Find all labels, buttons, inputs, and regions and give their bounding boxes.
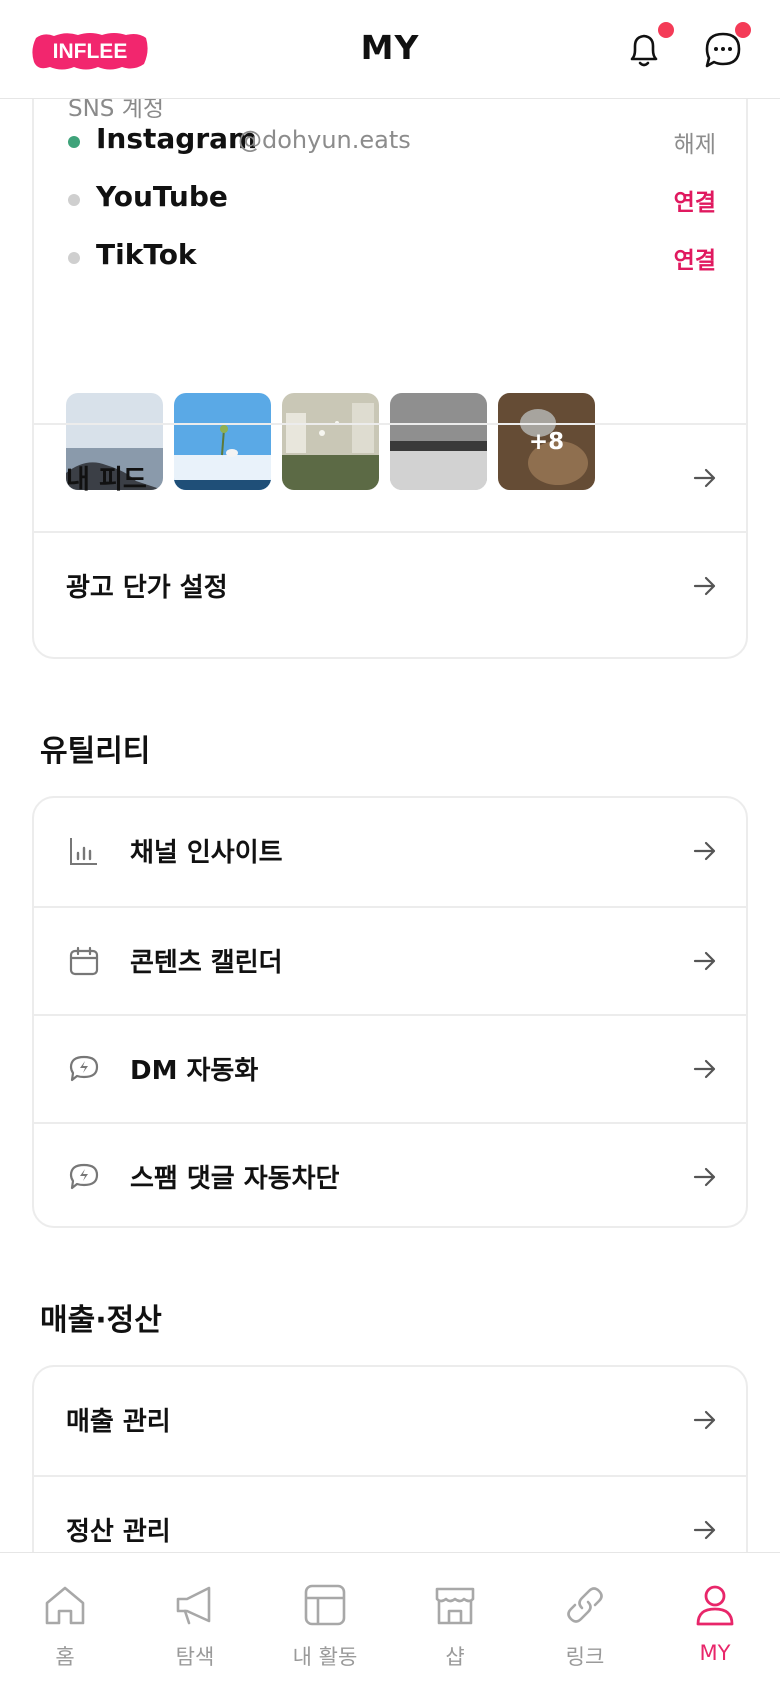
utility-card: 채널 인사이트 콘텐츠 캘린더 DM 자동화 스팸 댓글 자동차단 (32, 796, 748, 1228)
menu-label: 광고 단가 설정 (66, 573, 228, 603)
tab-label: 내 활동 (292, 1645, 358, 1669)
connect-button[interactable]: 연결 (674, 241, 716, 275)
notification-badge (658, 22, 674, 38)
menu-settlement-management[interactable]: 정산 관리 (34, 1475, 746, 1552)
tab-home[interactable]: 홈 (0, 1553, 130, 1688)
arrow-right-icon (693, 468, 716, 488)
sns-row-youtube: YouTube 연결 (34, 174, 746, 224)
menu-content-calendar[interactable]: 콘텐츠 캘린더 (34, 906, 746, 1014)
lightning-chat-icon (69, 1163, 99, 1190)
person-icon (696, 1585, 734, 1626)
menu-my-feed[interactable]: 내 피드 (34, 423, 746, 531)
sns-handle: @dohyun.eats (238, 126, 411, 154)
arrow-right-icon (693, 1410, 716, 1430)
menu-label: 콘텐츠 캘린더 (130, 948, 283, 978)
top-header: INFLEE MY (0, 0, 780, 99)
lightning-chat-icon (69, 1055, 99, 1082)
store-icon (435, 1587, 475, 1625)
menu-sales-management[interactable]: 매출 관리 (34, 1367, 746, 1475)
link-icon (567, 1587, 603, 1623)
menu-ad-rate-settings[interactable]: 광고 단가 설정 (34, 531, 746, 639)
arrow-right-icon (693, 576, 716, 596)
scroll-content[interactable]: SNS 계정 Instagram @dohyun.eats 해제 YouTube… (0, 99, 780, 1552)
tab-label: 샵 (445, 1645, 465, 1669)
section-title-sales: 매출·정산 (40, 1303, 162, 1338)
menu-label: 정산 관리 (66, 1517, 171, 1547)
arrow-right-icon (693, 1059, 716, 1079)
tab-my-activity[interactable]: 내 활동 (260, 1553, 390, 1688)
arrow-right-icon (693, 841, 716, 861)
sns-row-tiktok: TikTok 연결 (34, 232, 746, 282)
disconnect-button[interactable]: 해제 (674, 125, 716, 159)
sns-card: SNS 계정 Instagram @dohyun.eats 해제 YouTube… (32, 99, 748, 659)
section-title-utility: 유틸리티 (40, 734, 151, 769)
sales-card: 매출 관리 정산 관리 (32, 1365, 748, 1552)
tab-label: 링크 (565, 1645, 605, 1669)
sns-name: Instagram (96, 122, 258, 155)
notifications-button[interactable] (622, 22, 674, 72)
arrow-right-icon (693, 1167, 716, 1187)
arrow-right-icon (693, 951, 716, 971)
bottom-tab-bar: 홈 탐색 내 활동 샵 링크 MY (0, 1552, 780, 1688)
menu-label: 채널 인사이트 (130, 838, 283, 868)
status-dot (68, 194, 80, 206)
tab-label: 탐색 (175, 1645, 215, 1669)
megaphone-icon (176, 1586, 211, 1625)
home-icon (45, 1586, 85, 1625)
tab-label: MY (699, 1641, 731, 1665)
arrow-right-icon (693, 1520, 716, 1540)
messages-button[interactable] (701, 22, 751, 72)
bar-chart-icon (70, 838, 97, 865)
tab-shop[interactable]: 샵 (390, 1553, 520, 1688)
menu-dm-automation[interactable]: DM 자동화 (34, 1014, 746, 1122)
tab-explore[interactable]: 탐색 (130, 1553, 260, 1688)
menu-label: DM 자동화 (130, 1056, 259, 1086)
menu-channel-insight[interactable]: 채널 인사이트 (34, 798, 746, 906)
tab-my[interactable]: MY (650, 1553, 780, 1688)
layout-icon (304, 1584, 346, 1626)
menu-label: 스팸 댓글 자동차단 (130, 1164, 340, 1194)
status-dot (68, 136, 80, 148)
connect-button[interactable]: 연결 (674, 183, 716, 217)
menu-spam-comment-block[interactable]: 스팸 댓글 자동차단 (34, 1122, 746, 1230)
message-badge (735, 22, 751, 38)
sns-name: YouTube (96, 180, 228, 213)
menu-label: 매출 관리 (66, 1407, 171, 1437)
sns-row-instagram: Instagram @dohyun.eats 해제 (34, 116, 746, 166)
status-dot (68, 252, 80, 264)
menu-label: 내 피드 (66, 465, 147, 495)
tab-link[interactable]: 링크 (520, 1553, 650, 1688)
tab-label: 홈 (55, 1645, 75, 1669)
sns-name: TikTok (96, 238, 197, 271)
calendar-icon (69, 946, 99, 976)
